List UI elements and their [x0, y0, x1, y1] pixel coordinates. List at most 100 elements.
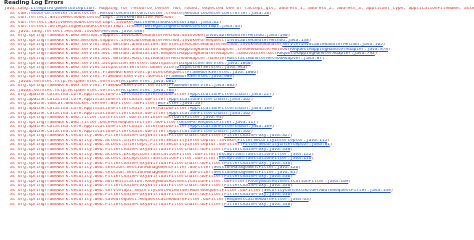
trace-text: at org.springframework.security.web.Filt… [10, 147, 225, 152]
trace-text: at org.springframework.security.web.Filt… [10, 193, 225, 198]
trace-text: ) [290, 175, 293, 180]
source-link[interactable]: ExceptionTranslationFilter.java:122 [219, 153, 312, 157]
source-link[interactable]: FilterChainProxy.java:336 [224, 148, 290, 152]
trace-text: at org.springframework.security.web.sess… [10, 166, 214, 171]
source-link[interactable]: FilterChainProxy.java:336 [224, 162, 290, 166]
source-link[interactable]: ApplicationFilterChain.java:162 [169, 98, 251, 102]
source-link[interactable]: NativeMethodAccessorImpl.java:62 [134, 21, 219, 25]
source-link[interactable]: ResourceCenterController.java:58 [185, 12, 270, 16]
trace-text: ) [250, 61, 254, 66]
source-link[interactable]: ApplicationFilterChain.java:162 [169, 112, 251, 116]
trace-text: at org.springframework.web.servlet.mvc.m… [10, 47, 291, 52]
source-link[interactable]: ResourceCenterController [100, 12, 163, 16]
trace-text: (Native Method) [134, 16, 174, 21]
trace-text: at sun.reflect.DelegatingMethodAccessorI… [10, 25, 145, 30]
source-link[interactable]: RequestMappingHandlerAdapter.java:878 [290, 48, 388, 52]
trace-text: ) [245, 66, 248, 71]
source-link[interactable]: FilterChainProxy.java:336 [224, 203, 290, 207]
source-link[interactable]: InvocableHandlerMethod.java:138 [227, 39, 309, 43]
trace-text: ) [311, 152, 315, 157]
trace-text: ) [271, 107, 275, 112]
trace-text: at org.springframework.web.servlet.Frame… [10, 70, 188, 75]
source-link[interactable]: FilterSecurityInterceptor.java:81 [243, 143, 330, 147]
trace-text: at org.springframework.web.filter.CorsFi… [10, 116, 174, 121]
source-link[interactable]: SecurityContextHolderAwareRequestFilter.… [264, 189, 391, 193]
source-link[interactable]: ServletInvocableHandlerMethod.java:105 [282, 43, 382, 47]
trace-text: at org.springframework.security.web.Filt… [10, 184, 225, 189]
trace-text: at org.springframework.security.web.acce… [10, 138, 238, 143]
trace-text: at javax.servlet.http.HttpServlet.servic… [10, 88, 122, 93]
trace-text: at org.springframework.security.web.auth… [10, 179, 248, 184]
trace-text: ) [295, 170, 299, 175]
source-link[interactable]: ExceptionTranslationFilter.java:116 [219, 157, 312, 161]
trace-text: ) [287, 34, 291, 39]
source-link[interactable]: SessionManagementFilter.java:81 [214, 171, 296, 175]
source-link[interactable]: FilterChainProxy.java:336 [224, 175, 290, 179]
source-link[interactable]: HttpServlet.java:681 [121, 80, 174, 84]
trace-text: ) [298, 166, 301, 171]
trace-text: at org.apache.catalina.core.ApplicationF… [10, 125, 190, 130]
source-link[interactable]: FilterChainProxy.java:327 [224, 134, 290, 138]
trace-text: at org.apache.tomcat.websocket.server.Ws… [10, 102, 159, 107]
trace-text: ) [308, 38, 312, 43]
trace-text: at javax.servlet.http.HttpServlet.servic… [10, 79, 122, 84]
source-link[interactable]: FrameworkServlet.java:909 [166, 75, 232, 79]
source-link[interactable]: InvocableHandlerMethod.java:190 [206, 34, 288, 38]
trace-text: ) [269, 11, 272, 16]
source-link[interactable]: ApplicationFilterChain.java:227 [190, 93, 272, 97]
trace-text: ) [250, 129, 254, 134]
trace-text: at org.apache.catalina.core.ApplicationF… [10, 107, 190, 112]
trace-text: at com.resource.center.controller. [10, 11, 100, 16]
source-link[interactable]: Method.java:498 [103, 30, 143, 34]
trace-text: ) [173, 88, 177, 93]
trace-text: java.lang. [4, 7, 31, 11]
source-link[interactable]: invoke0 [116, 16, 135, 20]
trace-text: at java.lang.reflect.Method.invoke( [10, 29, 103, 34]
source-link[interactable]: DispatcherServlet.java:1040 [179, 62, 250, 66]
trace-text: ) [382, 43, 386, 48]
trace-text: at org.springframework.web.filter.OncePe… [10, 120, 180, 125]
trace-text: ) [327, 138, 330, 143]
trace-text: ) [348, 179, 352, 184]
trace-text: ) [390, 188, 394, 193]
trace-text: at sun.reflect.NativeMethodAccessorImpl. [10, 16, 116, 21]
trace-text: at org.springframework.security.web.save… [10, 197, 227, 202]
trace-text: ) [234, 84, 238, 89]
trace-text: at org.springframework.security.web.acce… [10, 143, 243, 148]
source-link[interactable]: AnonymousAuthenticationFilter.java:109 [248, 180, 348, 184]
source-link[interactable]: RequestMappingHandlerAdapter.java:792 [277, 52, 375, 56]
source-link[interactable]: ApplicationFilterChain.java:189 [190, 125, 272, 129]
source-link[interactable]: SessionManagementFilter.java:126 [214, 166, 299, 170]
trace-text: ) [374, 52, 378, 57]
trace-text: at org.springframework.web.servlet.mvc.m… [10, 52, 277, 57]
source-link[interactable]: WsFilter.java:53 [158, 102, 200, 106]
source-link[interactable]: DispatcherServlet.java:943 [177, 66, 246, 70]
source-link[interactable]: IllegalArgumentException [30, 7, 93, 11]
trace-text: at org.springframework.web.servlet.Frame… [10, 75, 166, 80]
source-link[interactable]: CorsFilter.java:91 [174, 116, 222, 120]
trace-text: at org.springframework.web.method.suppor… [10, 34, 206, 39]
source-link[interactable]: FrameworkServlet.java:1006 [187, 71, 256, 75]
source-link[interactable]: AbstractHandlerMethodAdapter.java:87 [227, 57, 322, 61]
trace-text: ) [200, 102, 203, 107]
trace-text: ) [308, 197, 312, 202]
source-link[interactable]: FrameworkServlet.java:883 [169, 84, 235, 88]
log-heading: Reading Log Errors [4, 0, 64, 6]
trace-text: at org.springframework.web.servlet.mvc.m… [10, 43, 283, 48]
source-link[interactable]: ApplicationFilterChain.java:189 [190, 107, 272, 111]
trace-text: at org.springframework.security.web.Filt… [10, 134, 225, 139]
trace-text: ) [329, 143, 333, 148]
source-link[interactable]: DelegatingMethodAccessorImpl.java:43 [145, 25, 240, 29]
source-link[interactable]: OncePerRequestFilter.java:117 [179, 121, 256, 125]
source-link[interactable]: FilterSecurityInterceptor.java:115 [237, 139, 327, 143]
source-link[interactable]: HttpServlet.java:764 [121, 89, 174, 93]
trace-text: at org.apache.catalina.core.ApplicationF… [10, 111, 169, 116]
trace-text: ) [290, 202, 293, 207]
source-link[interactable]: RequestCacheAwareFilter.java:63 [227, 198, 309, 202]
trace-text: ) [290, 161, 293, 166]
trace-text: ) [311, 157, 315, 162]
source-link[interactable]: FilterChainProxy.java:336 [224, 193, 290, 197]
source-link[interactable]: ApplicationFilterChain.java:162 [169, 130, 251, 134]
source-link[interactable]: FilterChainProxy.java:336 [224, 184, 290, 188]
trace-text: ) [221, 116, 225, 121]
